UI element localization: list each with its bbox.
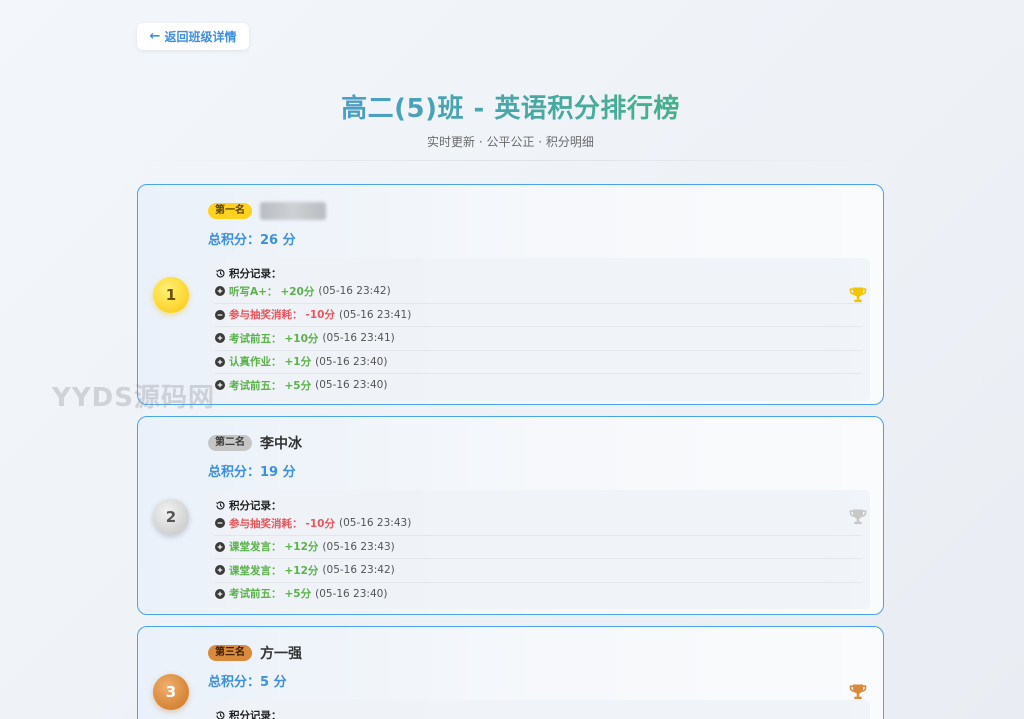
student-name-blurred <box>260 202 326 220</box>
name-row: 第三名 方一强 <box>208 643 870 663</box>
rank-card-2: 2 第二名 李中冰 总积分：19 分 积分记录： 参与抽奖消耗： -10分 (05-… <box>137 416 884 615</box>
records-header-label: 积分记录： <box>229 267 282 280</box>
record-row: 考试前五： +10分 (05-16 23:41) <box>215 327 862 351</box>
record-row: 课堂发言： +12分 (05-16 23:43) <box>215 536 862 559</box>
record-points: -10分 <box>305 517 335 530</box>
record-row: 认真作业： +1分 (05-16 23:40) <box>215 351 862 374</box>
trophy-gold-icon <box>849 287 867 303</box>
card-body: 第三名 方一强 总积分：5 分 积分记录： <box>208 643 870 719</box>
history-icon <box>216 268 225 278</box>
rank-number-circle: 2 <box>153 499 189 535</box>
page-title: 高二(5)班 - 英语积分排行榜 <box>341 88 680 125</box>
card-body: 第一名 总积分：26 分 积分记录： 听写A+： +20分 (05-16 23:42… <box>208 201 870 401</box>
history-icon <box>216 500 225 510</box>
record-row: 参与抽奖消耗： -10分 (05-16 23:41) <box>215 304 862 327</box>
arrow-left-icon: ← <box>149 29 161 44</box>
record-points: +5分 <box>284 588 312 601</box>
record-points: +5分 <box>284 379 312 392</box>
name-row: 第二名 李中冰 <box>208 433 870 453</box>
record-time: (05-16 23:40) <box>315 587 388 600</box>
back-button-label: 返回班级详情 <box>164 30 237 44</box>
record-label: 课堂发言： <box>229 541 282 554</box>
student-name: 李中冰 <box>260 436 302 452</box>
records-box: 积分记录： 听写A+： +20分 (05-16 23:42) 参与抽奖消耗： -10分(… <box>208 258 870 401</box>
record-label: 考试前五： <box>229 588 282 601</box>
records-header: 积分记录： <box>215 498 862 512</box>
total-score: 总积分：26 分 <box>208 233 296 248</box>
record-label: 考试前五： <box>229 332 282 345</box>
total-score: 总积分：5 分 <box>208 675 287 690</box>
rank-badge: 第三名 <box>208 645 252 661</box>
records-box: 积分记录： <box>208 700 870 719</box>
record-row: 考试前五： +5分 (05-16 23:40) <box>215 583 862 606</box>
page-subtitle: 实时更新 · 公平公正 · 积分明细 <box>427 135 594 149</box>
plus-circle-icon <box>215 541 225 552</box>
records-header-label: 积分记录： <box>229 499 282 512</box>
record-label: 认真作业： <box>229 356 282 369</box>
record-label: 参与抽奖消耗： <box>229 517 303 530</box>
records-header-label: 积分记录： <box>229 709 282 719</box>
plus-circle-icon <box>215 565 225 576</box>
total-score: 总积分：19 分 <box>208 465 296 480</box>
record-points: +1分 <box>284 356 312 369</box>
plus-circle-icon <box>215 333 225 344</box>
record-time: (05-16 23:40) <box>315 379 388 392</box>
record-row: 参与抽奖消耗： -10分 (05-16 23:43) <box>215 512 862 536</box>
record-row: 听写A+： +20分 (05-16 23:42) <box>215 280 862 304</box>
record-time: (05-16 23:42) <box>322 564 395 577</box>
record-list: 参与抽奖消耗： -10分 (05-16 23:43) 课堂发言： +12分 (05-16 … <box>215 512 862 605</box>
student-name: 方一强 <box>260 646 302 662</box>
plus-circle-icon <box>215 356 225 367</box>
record-points: +10分 <box>284 332 319 345</box>
record-points: +20分 <box>280 285 315 298</box>
back-to-class-button[interactable]: ← 返回班级详情 <box>137 23 249 50</box>
records-header: 积分记录： <box>215 708 862 719</box>
trophy-bronze-icon <box>849 684 867 700</box>
record-list: 听写A+： +20分 (05-16 23:42) 参与抽奖消耗： -10分 (05-16 … <box>215 280 862 397</box>
plus-circle-icon <box>215 380 225 391</box>
record-time: (05-16 23:42) <box>318 285 391 298</box>
record-time: (05-16 23:41) <box>338 308 412 321</box>
title-block: 高二(5)班 - 英语积分排行榜 实时更新 · 公平公正 · 积分明细 <box>137 88 884 150</box>
record-time: (05-16 23:41) <box>322 332 395 345</box>
record-row: 考试前五： +5分 (05-16 23:40) <box>215 374 862 397</box>
records-header: 积分记录： <box>215 266 862 280</box>
rank-number-circle: 1 <box>153 277 189 313</box>
rank-card-3: 3 第三名 方一强 总积分：5 分 积分记录： <box>137 626 884 719</box>
record-points: +12分 <box>284 564 319 577</box>
record-points: +12分 <box>284 541 319 554</box>
record-points: -10分 <box>305 309 335 322</box>
record-label: 课堂发言： <box>229 564 282 577</box>
plus-circle-icon <box>215 588 225 599</box>
minus-circle-icon <box>215 518 225 529</box>
minus-circle-icon <box>215 309 225 320</box>
plus-circle-icon <box>215 286 225 297</box>
record-time: (05-16 23:43) <box>338 517 412 530</box>
record-label: 听写A+： <box>229 285 278 298</box>
record-label: 参与抽奖消耗： <box>229 309 303 322</box>
name-row: 第一名 <box>208 201 870 221</box>
rank-badge: 第一名 <box>208 203 252 219</box>
leaderboard-page: ← 返回班级详情 高二(5)班 - 英语积分排行榜 实时更新 · 公平公正 · … <box>0 0 1024 719</box>
rank-badge: 第二名 <box>208 435 252 451</box>
card-body: 第二名 李中冰 总积分：19 分 积分记录： 参与抽奖消耗： -10分 (05-16… <box>208 433 870 609</box>
rank-number-circle: 3 <box>153 674 189 710</box>
record-label: 考试前五： <box>229 379 282 392</box>
trophy-silver-icon <box>849 509 867 525</box>
records-box: 积分记录： 参与抽奖消耗： -10分 (05-16 23:43) 课堂发言： +12分(… <box>208 490 870 609</box>
rank-card-1: 1 第一名 总积分：26 分 积分记录： 听写A+： +20分 (05-16 23:… <box>137 184 884 405</box>
history-icon <box>216 710 225 719</box>
record-time: (05-16 23:43) <box>322 540 395 553</box>
title-divider <box>137 160 884 161</box>
record-row: 课堂发言： +12分 (05-16 23:42) <box>215 559 862 583</box>
record-time: (05-16 23:40) <box>315 355 388 368</box>
